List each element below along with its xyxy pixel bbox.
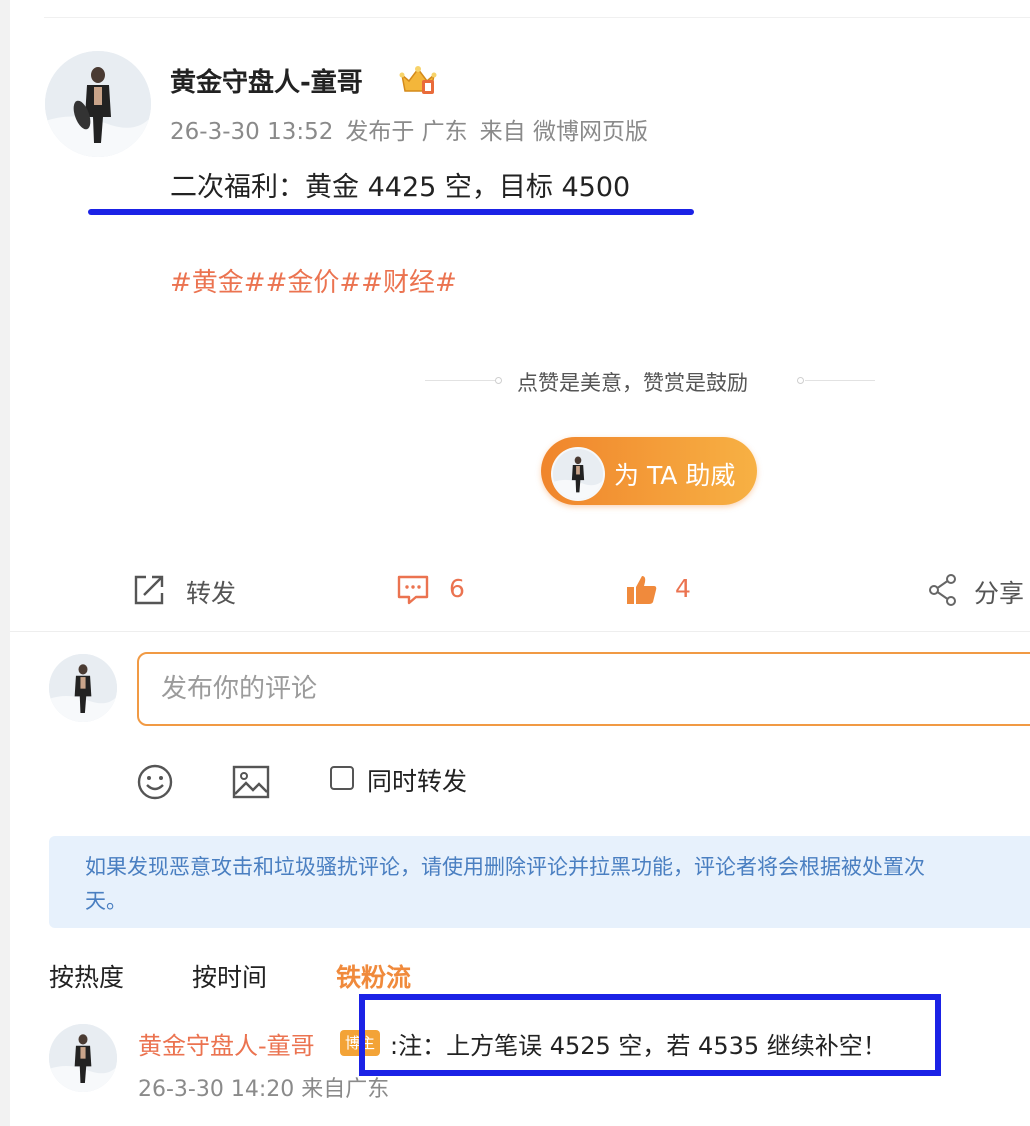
- image-icon: [232, 765, 270, 799]
- annotation-box: [359, 994, 941, 1076]
- annotation-underline: [88, 209, 694, 215]
- reward-dot-left: [495, 377, 502, 384]
- notice-text: 如果发现恶意攻击和垃圾骚扰评论，请使用删除评论并拉黑功能，评论者将会根据被处置次…: [85, 850, 1030, 918]
- like-count: 4: [675, 574, 691, 603]
- post-location: 发布于 广东: [345, 119, 468, 145]
- hashtag-gold[interactable]: #黄金#: [170, 268, 266, 298]
- comment-count: 6: [449, 574, 465, 603]
- moderation-notice: 如果发现恶意攻击和垃圾骚扰评论，请使用删除评论并拉黑功能，评论者将会根据被处置次…: [49, 836, 1030, 928]
- current-user-avatar: [49, 654, 117, 722]
- top-rule: [44, 17, 1030, 18]
- cheer-button[interactable]: 为 TA 助威: [541, 437, 757, 505]
- hashtag-finance[interactable]: #财经#: [361, 268, 457, 298]
- emoji-icon: [137, 764, 173, 800]
- crown-icon: [398, 63, 438, 97]
- image-button[interactable]: [232, 763, 270, 805]
- share-label: 分享: [974, 579, 1025, 608]
- sort-tab-time[interactable]: 按时间: [192, 958, 267, 994]
- post-time[interactable]: 26-3-30 13:52: [170, 119, 333, 145]
- post-meta: 26-3-30 13:52 发布于 广东 来自 微博网页版: [170, 112, 660, 146]
- reply-location: 来自广东: [301, 1077, 390, 1102]
- comment-icon: [397, 575, 429, 605]
- post-hashtags: #黄金##金价##财经#: [170, 262, 457, 299]
- sort-tab-hot[interactable]: 按热度: [49, 958, 124, 994]
- comment-button[interactable]: 6: [396, 566, 486, 616]
- section-divider: [10, 631, 1030, 632]
- post-action-bar: 转发 6 4 分享: [0, 566, 1030, 616]
- comment-input[interactable]: [137, 652, 1030, 726]
- reply-author-avatar[interactable]: [49, 1024, 117, 1092]
- post-text: 二次福利：黄金 4425 空，目标 4500: [170, 172, 631, 203]
- repost-too-checkbox[interactable]: [330, 766, 354, 790]
- share-icon: [929, 574, 956, 606]
- post-author-avatar[interactable]: [45, 51, 151, 157]
- cheer-avatar: [551, 447, 605, 501]
- reward-dot-right: [797, 377, 804, 384]
- sort-tab-fans[interactable]: 铁粉流: [336, 958, 411, 994]
- notice-line-1: 如果发现恶意攻击和垃圾骚扰评论，请使用删除评论并拉黑功能，评论者将会根据被处置次: [85, 855, 925, 879]
- hashtag-gold-price[interactable]: #金价#: [266, 268, 362, 298]
- repost-icon: [134, 575, 164, 605]
- reply-author-name[interactable]: 黄金守盘人-童哥: [138, 1026, 315, 1061]
- repost-button[interactable]: 转发: [132, 566, 252, 616]
- notice-line-2: 天。: [85, 889, 127, 913]
- reward-line-left: [425, 380, 495, 381]
- reward-line-right: [805, 380, 875, 381]
- reply-meta: 26-3-30 14:20 来自广东: [138, 1071, 389, 1103]
- left-edge: [0, 0, 10, 1126]
- share-button[interactable]: 分享: [928, 566, 1030, 616]
- reward-slogan-row: 点赞是美意，赞赏是鼓励: [425, 366, 875, 396]
- repost-label: 转发: [186, 579, 237, 608]
- repost-too-label[interactable]: 同时转发: [367, 762, 467, 798]
- post-source: 来自 微博网页版: [479, 119, 648, 145]
- reply-time: 26-3-30 14:20: [138, 1077, 295, 1102]
- emoji-button[interactable]: [136, 763, 174, 805]
- post-author-name[interactable]: 黄金守盘人-童哥: [170, 62, 363, 99]
- cheer-button-label: 为 TA 助威: [614, 461, 736, 490]
- reward-slogan: 点赞是美意，赞赏是鼓励: [517, 371, 748, 395]
- like-button[interactable]: 4: [625, 566, 705, 616]
- like-icon: [627, 576, 657, 604]
